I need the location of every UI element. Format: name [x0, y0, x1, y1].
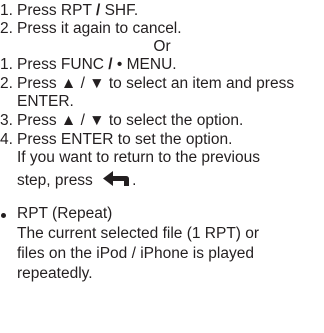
- bullet-title: RPT (Repeat): [17, 205, 113, 222]
- step-number: 1.: [0, 56, 13, 73]
- bullet-text: repeatedly.: [17, 265, 93, 282]
- step-text-line1: Press ▲ / ▼ to select an item and press: [17, 75, 295, 92]
- step-text: Press FUNC / • MENU.: [17, 56, 177, 73]
- step-text: Press ▲ / ▼ to select the option.: [17, 112, 244, 129]
- step-text-line3: step, press .: [17, 170, 136, 193]
- step-text-line2: ENTER.: [17, 93, 74, 110]
- step-number: 2.: [0, 20, 13, 37]
- bullet-text: files on the iPod / iPhone is played: [17, 245, 254, 262]
- step-number: 3.: [0, 112, 13, 129]
- step-text: Press RPT / SHF.: [17, 2, 139, 19]
- step-text-line1: Press ENTER to set the option.: [17, 131, 233, 148]
- step-number: 4.: [0, 131, 13, 148]
- step-number: 1.: [0, 2, 13, 19]
- instruction-page: 1. Press RPT / SHF. 2. Press it again to…: [0, 0, 324, 333]
- step-number: 2.: [0, 75, 13, 92]
- return-arrow-icon: [100, 170, 132, 193]
- bullet-text: The current selected file (1 RPT) or: [17, 225, 260, 242]
- bullet-dot: [1, 213, 6, 218]
- step-text: Press it again to cancel.: [17, 20, 182, 37]
- or-divider: Or: [153, 38, 171, 55]
- step-text-line2: If you want to return to the previous: [17, 149, 260, 166]
